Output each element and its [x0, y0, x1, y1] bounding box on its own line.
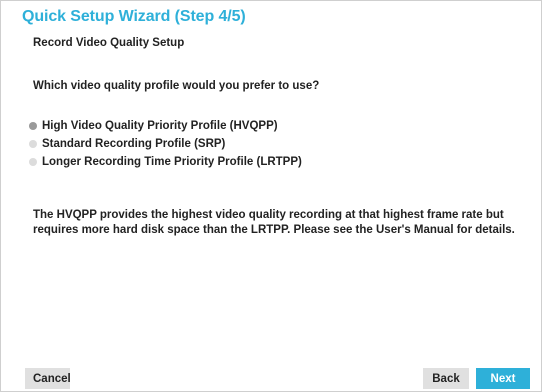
back-button[interactable]: Back: [423, 368, 469, 389]
option-srp[interactable]: Standard Recording Profile (SRP): [29, 136, 302, 152]
option-hvqpp[interactable]: High Video Quality Priority Profile (HVQ…: [29, 118, 302, 134]
radio-lrtpp[interactable]: [29, 158, 37, 166]
option-label-lrtpp: Longer Recording Time Priority Profile (…: [42, 156, 302, 168]
option-label-srp: Standard Recording Profile (SRP): [42, 138, 226, 150]
wizard-dialog: Quick Setup Wizard (Step 4/5) Record Vid…: [0, 0, 542, 392]
profile-description: The HVQPP provides the highest video qua…: [33, 209, 515, 236]
profile-options: High Video Quality Priority Profile (HVQ…: [29, 118, 302, 172]
option-label-hvqpp: High Video Quality Priority Profile (HVQ…: [42, 120, 278, 132]
profile-question: Which video quality profile would you pr…: [33, 80, 320, 92]
wizard-title: Quick Setup Wizard (Step 4/5): [22, 8, 246, 25]
next-button[interactable]: Next: [476, 368, 530, 389]
radio-hvqpp[interactable]: [29, 122, 37, 130]
option-lrtpp[interactable]: Longer Recording Time Priority Profile (…: [29, 154, 302, 170]
step-subtitle: Record Video Quality Setup: [33, 37, 185, 49]
radio-srp[interactable]: [29, 140, 37, 148]
cancel-button[interactable]: Cancel: [25, 368, 71, 389]
